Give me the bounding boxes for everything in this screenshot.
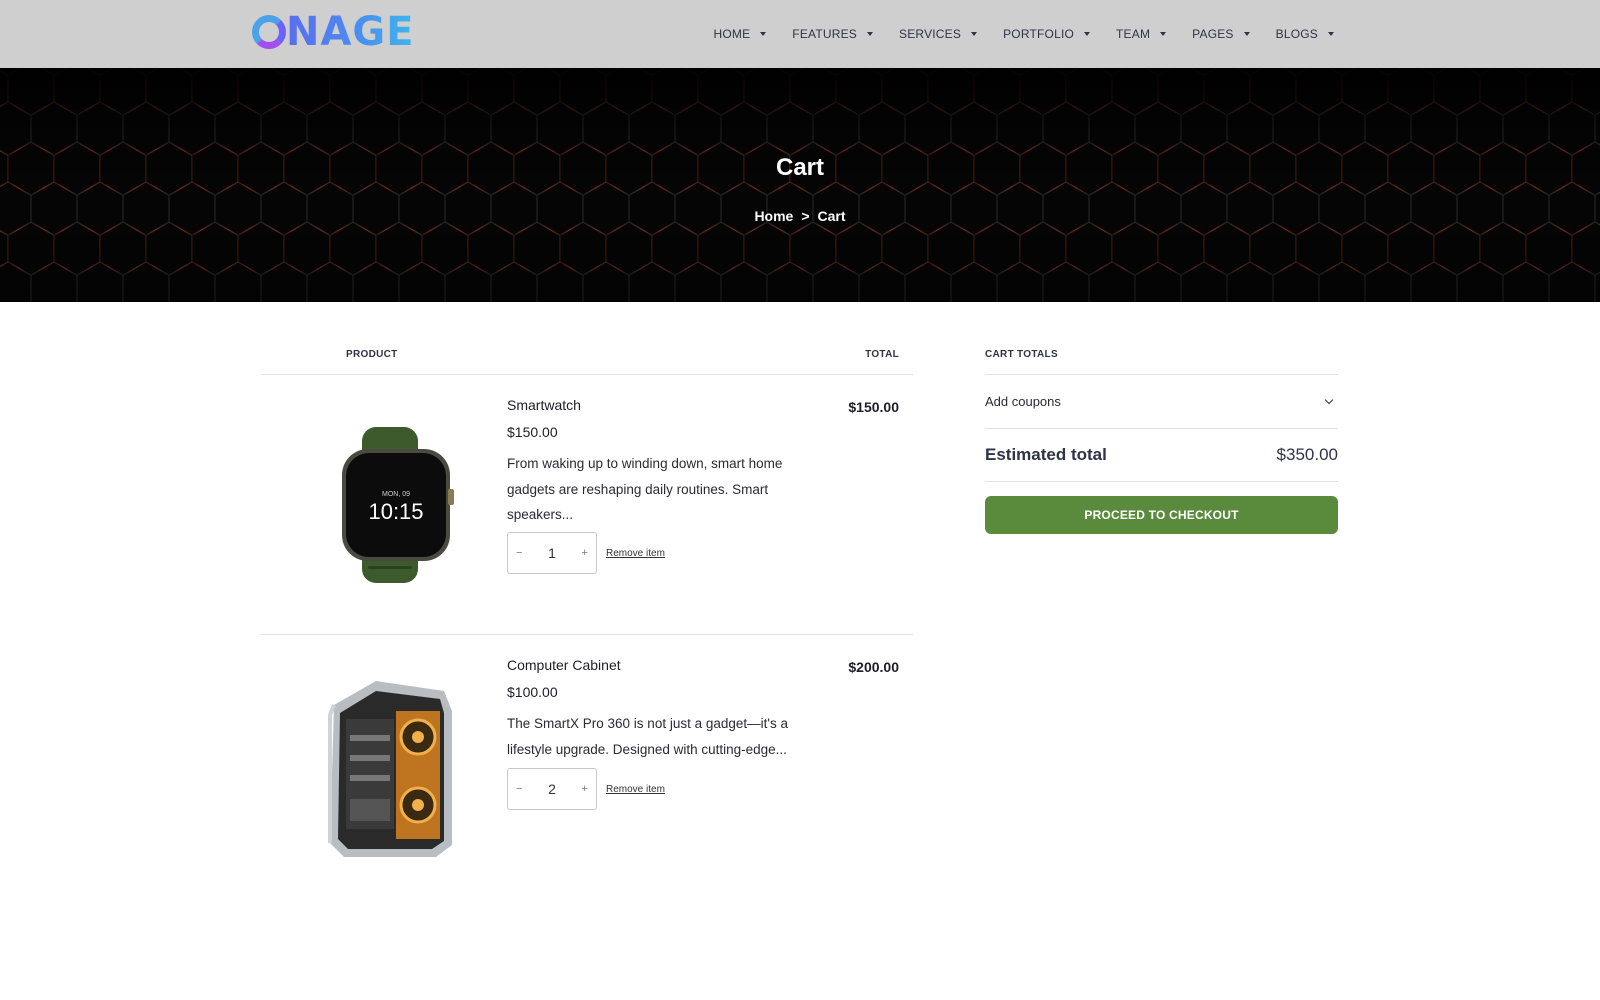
nav-team-label: TEAM xyxy=(1116,27,1151,41)
estimated-total-value: $350.00 xyxy=(1276,445,1338,464)
product-description: The SmartX Pro 360 is not just a gadget—… xyxy=(507,716,788,757)
breadcrumb-separator: > xyxy=(801,208,810,224)
watch-day-text: MON, 09 xyxy=(382,491,410,498)
nav-blogs-label: BLOGS xyxy=(1275,27,1318,41)
decrease-quantity-button[interactable]: − xyxy=(516,783,522,795)
caret-down-icon xyxy=(867,32,874,36)
proceed-to-checkout-button[interactable]: PROCEED TO CHECKOUT xyxy=(985,496,1338,534)
increase-quantity-button[interactable]: + xyxy=(582,547,588,559)
nav-pages-label: PAGES xyxy=(1192,27,1234,41)
remove-item-link[interactable]: Remove item xyxy=(606,548,665,559)
computer-cabinet-image xyxy=(328,681,452,857)
nav-home-label: HOME xyxy=(713,27,751,41)
quantity-stepper: − 1 + xyxy=(507,532,597,574)
quantity-value[interactable]: 1 xyxy=(548,545,556,561)
smartwatch-image: MON, 09 10:15 xyxy=(342,427,454,583)
product-price: $150.00 xyxy=(507,424,558,440)
product-description: From waking up to winding down, smart ho… xyxy=(507,456,783,522)
caret-down-icon xyxy=(760,32,767,36)
cart-table-header: PRODUCT TOTAL xyxy=(261,302,913,375)
add-coupons-label: Add coupons xyxy=(985,394,1061,409)
nav-features-label: FEATURES xyxy=(792,27,858,41)
product-name[interactable]: Smartwatch xyxy=(507,397,581,413)
decrease-quantity-button[interactable]: − xyxy=(516,547,522,559)
breadcrumb-current: Cart xyxy=(817,208,846,224)
row-total: $200.00 xyxy=(848,659,899,675)
nav-features[interactable]: FEATURES xyxy=(792,27,874,41)
quantity-value[interactable]: 2 xyxy=(548,781,556,797)
cart-row: Computer Cabinet $100.00 The SmartX Pro … xyxy=(261,635,913,895)
caret-down-icon xyxy=(971,32,978,36)
nav-home[interactable]: HOME xyxy=(713,27,767,41)
column-header-product: PRODUCT xyxy=(346,349,398,360)
breadcrumb: Home > Cart xyxy=(0,208,1600,224)
nav-services[interactable]: SERVICES xyxy=(899,27,978,41)
add-coupons-toggle[interactable]: Add coupons xyxy=(985,375,1338,429)
site-header: NAGE HOME FEATURES SERVICES PORTFOLIO TE… xyxy=(0,0,1600,68)
logo-text: NAGE xyxy=(286,9,415,55)
cart-totals-header: CART TOTALS xyxy=(985,302,1338,375)
caret-down-icon xyxy=(1243,32,1250,36)
remove-item-link[interactable]: Remove item xyxy=(606,784,665,795)
nav-blogs[interactable]: BLOGS xyxy=(1276,27,1334,41)
page-banner: Cart Home > Cart xyxy=(0,68,1600,302)
nav-portfolio[interactable]: PORTFOLIO xyxy=(1003,27,1091,41)
logo-ring-icon xyxy=(252,15,286,49)
breadcrumb-home[interactable]: Home xyxy=(754,208,793,224)
cart-totals-heading: CART TOTALS xyxy=(985,349,1058,360)
product-name[interactable]: Computer Cabinet xyxy=(507,657,621,673)
cart-table: PRODUCT TOTAL MON, 09 10:15 Smartwatch $… xyxy=(261,302,913,895)
column-header-total: TOTAL xyxy=(865,349,899,360)
banner-overlay xyxy=(0,68,1600,302)
caret-down-icon xyxy=(1328,32,1334,36)
caret-down-icon xyxy=(1160,32,1167,36)
cart-totals-panel: CART TOTALS Add coupons Estimated total … xyxy=(985,302,1338,534)
nav-services-label: SERVICES xyxy=(899,27,962,41)
product-price: $100.00 xyxy=(507,684,558,700)
cart-row: MON, 09 10:15 Smartwatch $150.00 From wa… xyxy=(261,375,913,635)
estimated-total-label: Estimated total xyxy=(985,445,1107,464)
nav-team[interactable]: TEAM xyxy=(1116,27,1167,41)
main-nav: HOME FEATURES SERVICES PORTFOLIO TEAM PA… xyxy=(713,0,1334,68)
increase-quantity-button[interactable]: + xyxy=(582,783,588,795)
quantity-stepper: − 2 + xyxy=(507,768,597,810)
caret-down-icon xyxy=(1084,32,1091,36)
chevron-down-icon xyxy=(1324,395,1334,405)
nav-portfolio-label: PORTFOLIO xyxy=(1003,27,1075,41)
row-total: $150.00 xyxy=(848,399,899,415)
page-title: Cart xyxy=(775,154,824,181)
watch-time-text: 10:15 xyxy=(368,499,423,524)
estimated-total-row: Estimated total $350.00 xyxy=(985,429,1338,482)
nav-pages[interactable]: PAGES xyxy=(1192,27,1250,41)
logo[interactable]: NAGE xyxy=(252,9,415,55)
